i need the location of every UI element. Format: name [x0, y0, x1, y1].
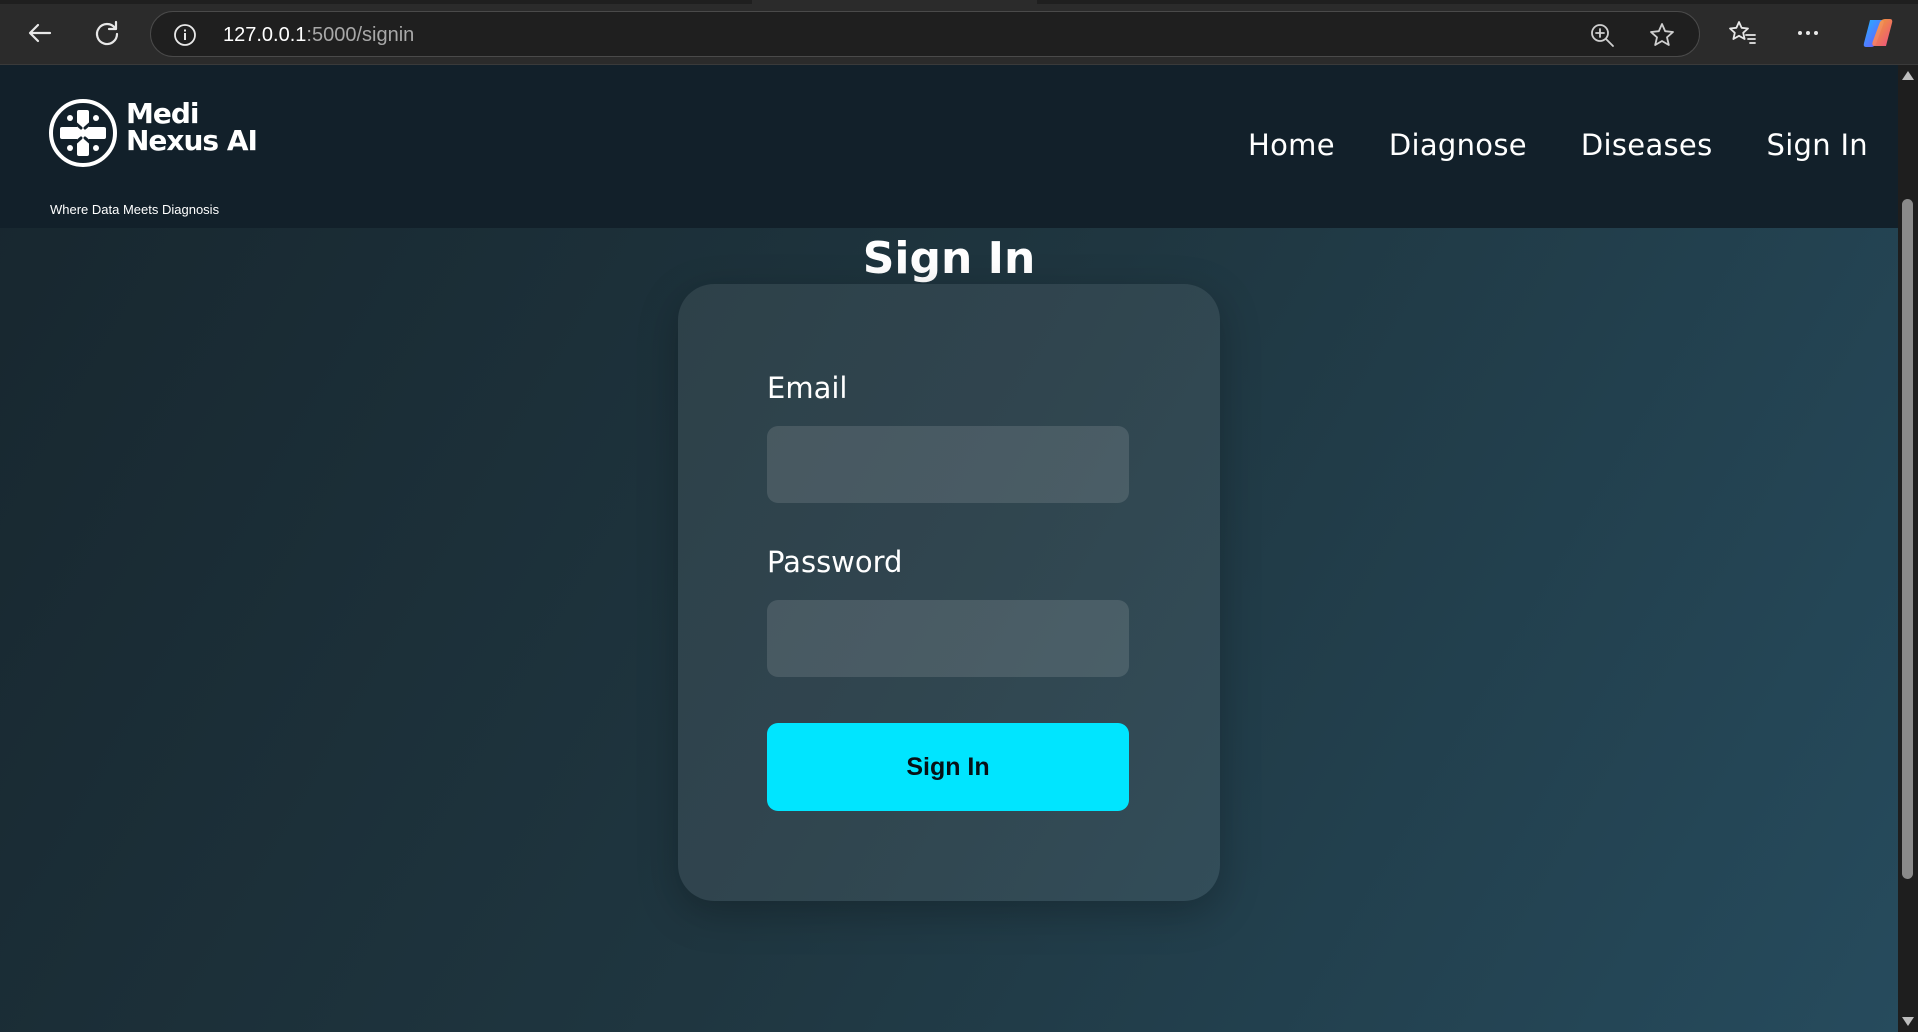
site-header: Medi Nexus AI Where Data Meets Diagnosis… — [0, 65, 1898, 228]
tab-strip-right — [1037, 0, 1918, 4]
nav-link-diseases[interactable]: Diseases — [1581, 125, 1713, 165]
star-icon[interactable] — [1648, 21, 1676, 49]
reload-button[interactable] — [86, 12, 128, 54]
scroll-thumb[interactable] — [1902, 199, 1913, 879]
more-icon — [1798, 31, 1818, 35]
signin-submit-button[interactable]: Sign In — [767, 723, 1129, 811]
nav-link-signin[interactable]: Sign In — [1766, 125, 1868, 165]
back-arrow-icon — [28, 23, 52, 43]
email-field[interactable] — [767, 426, 1129, 503]
scroll-down-arrow-icon[interactable] — [1902, 1017, 1914, 1026]
logo-line-1: Medi — [126, 97, 199, 130]
page-viewport: Medi Nexus AI Where Data Meets Diagnosis… — [0, 65, 1898, 1032]
nav-link-home[interactable]: Home — [1248, 125, 1335, 165]
url-path: :5000/signin — [306, 24, 415, 46]
password-field[interactable] — [767, 600, 1129, 677]
info-icon[interactable] — [173, 23, 197, 47]
medical-cross-logo-icon — [49, 99, 117, 167]
back-button[interactable] — [19, 12, 61, 54]
address-bar[interactable]: 127.0.0.1:5000/signin — [150, 11, 1700, 57]
url-text[interactable]: 127.0.0.1:5000/signin — [223, 23, 414, 47]
page-title: Sign In — [862, 233, 1036, 284]
page-scrollbar[interactable] — [1898, 65, 1918, 1032]
nav-link-diagnose[interactable]: Diagnose — [1389, 125, 1527, 165]
logo-line-2: Nexus AI — [126, 124, 258, 157]
logo-wordmark: Medi Nexus AI — [126, 97, 258, 157]
tab-strip-left — [0, 0, 752, 4]
site-logo[interactable]: Medi Nexus AI Where Data Meets Diagnosis — [48, 97, 308, 217]
url-host: 127.0.0.1 — [223, 24, 307, 46]
zoom-icon[interactable] — [1589, 22, 1615, 48]
favorites-icon — [1729, 21, 1756, 44]
reload-icon — [95, 20, 119, 46]
favorites-button[interactable] — [1721, 12, 1763, 54]
email-label: Email — [767, 371, 848, 405]
copilot-icon — [1863, 19, 1893, 47]
password-label: Password — [767, 545, 903, 579]
copilot-button[interactable] — [1857, 12, 1899, 54]
browser-toolbar: 127.0.0.1:5000/signin — [0, 0, 1918, 65]
more-button[interactable] — [1787, 12, 1829, 54]
signin-form-card: Email Password Sign In — [678, 284, 1220, 901]
logo-tagline: Where Data Meets Diagnosis — [50, 202, 220, 217]
scroll-up-arrow-icon[interactable] — [1902, 71, 1914, 80]
main-nav: Home Diagnose Diseases Sign In — [1248, 125, 1868, 165]
